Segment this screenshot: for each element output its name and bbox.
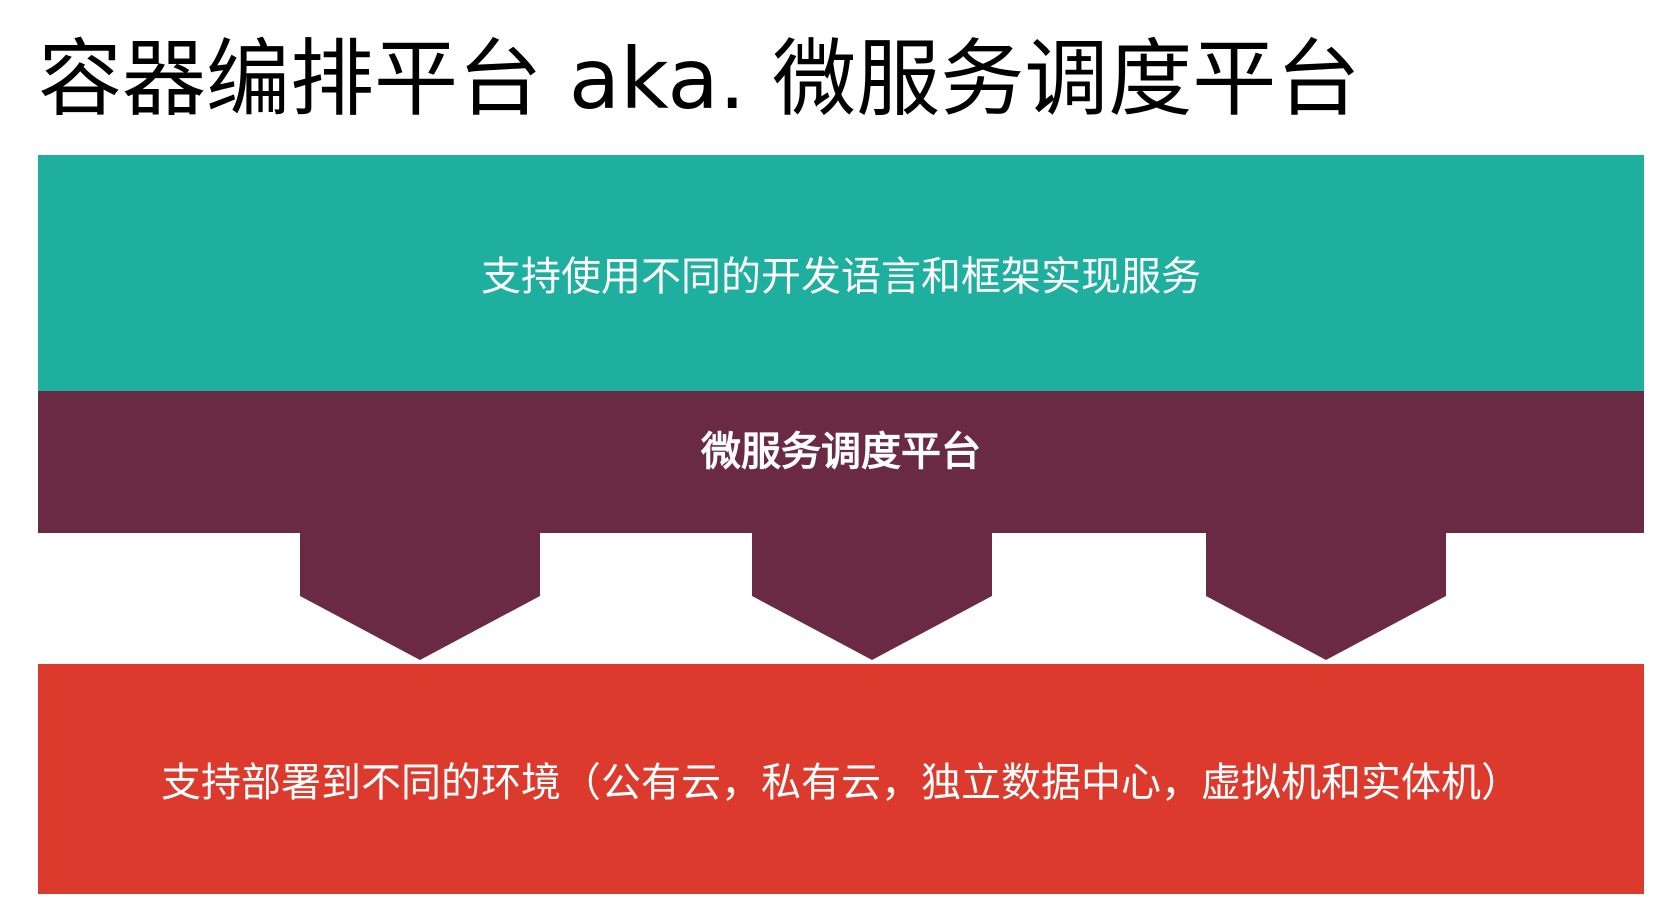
environments-layer-label: 支持部署到不同的环境（公有云，私有云，独立数据中心，虚拟机和实体机） xyxy=(161,760,1521,806)
down-arrow-1 xyxy=(300,530,540,660)
down-arrow-2 xyxy=(752,530,992,660)
environments-layer: 支持部署到不同的环境（公有云，私有云，独立数据中心，虚拟机和实体机） xyxy=(38,664,1644,894)
scheduling-platform-layer: 微服务调度平台 xyxy=(38,391,1644,533)
down-arrow-3 xyxy=(1206,530,1446,660)
services-layer-label: 支持使用不同的开发语言和框架实现服务 xyxy=(481,254,1201,300)
services-layer: 支持使用不同的开发语言和框架实现服务 xyxy=(38,155,1644,391)
slide-title: 容器编排平台 aka. 微服务调度平台 xyxy=(38,30,1361,128)
scheduling-platform-label: 微服务调度平台 xyxy=(701,429,981,475)
